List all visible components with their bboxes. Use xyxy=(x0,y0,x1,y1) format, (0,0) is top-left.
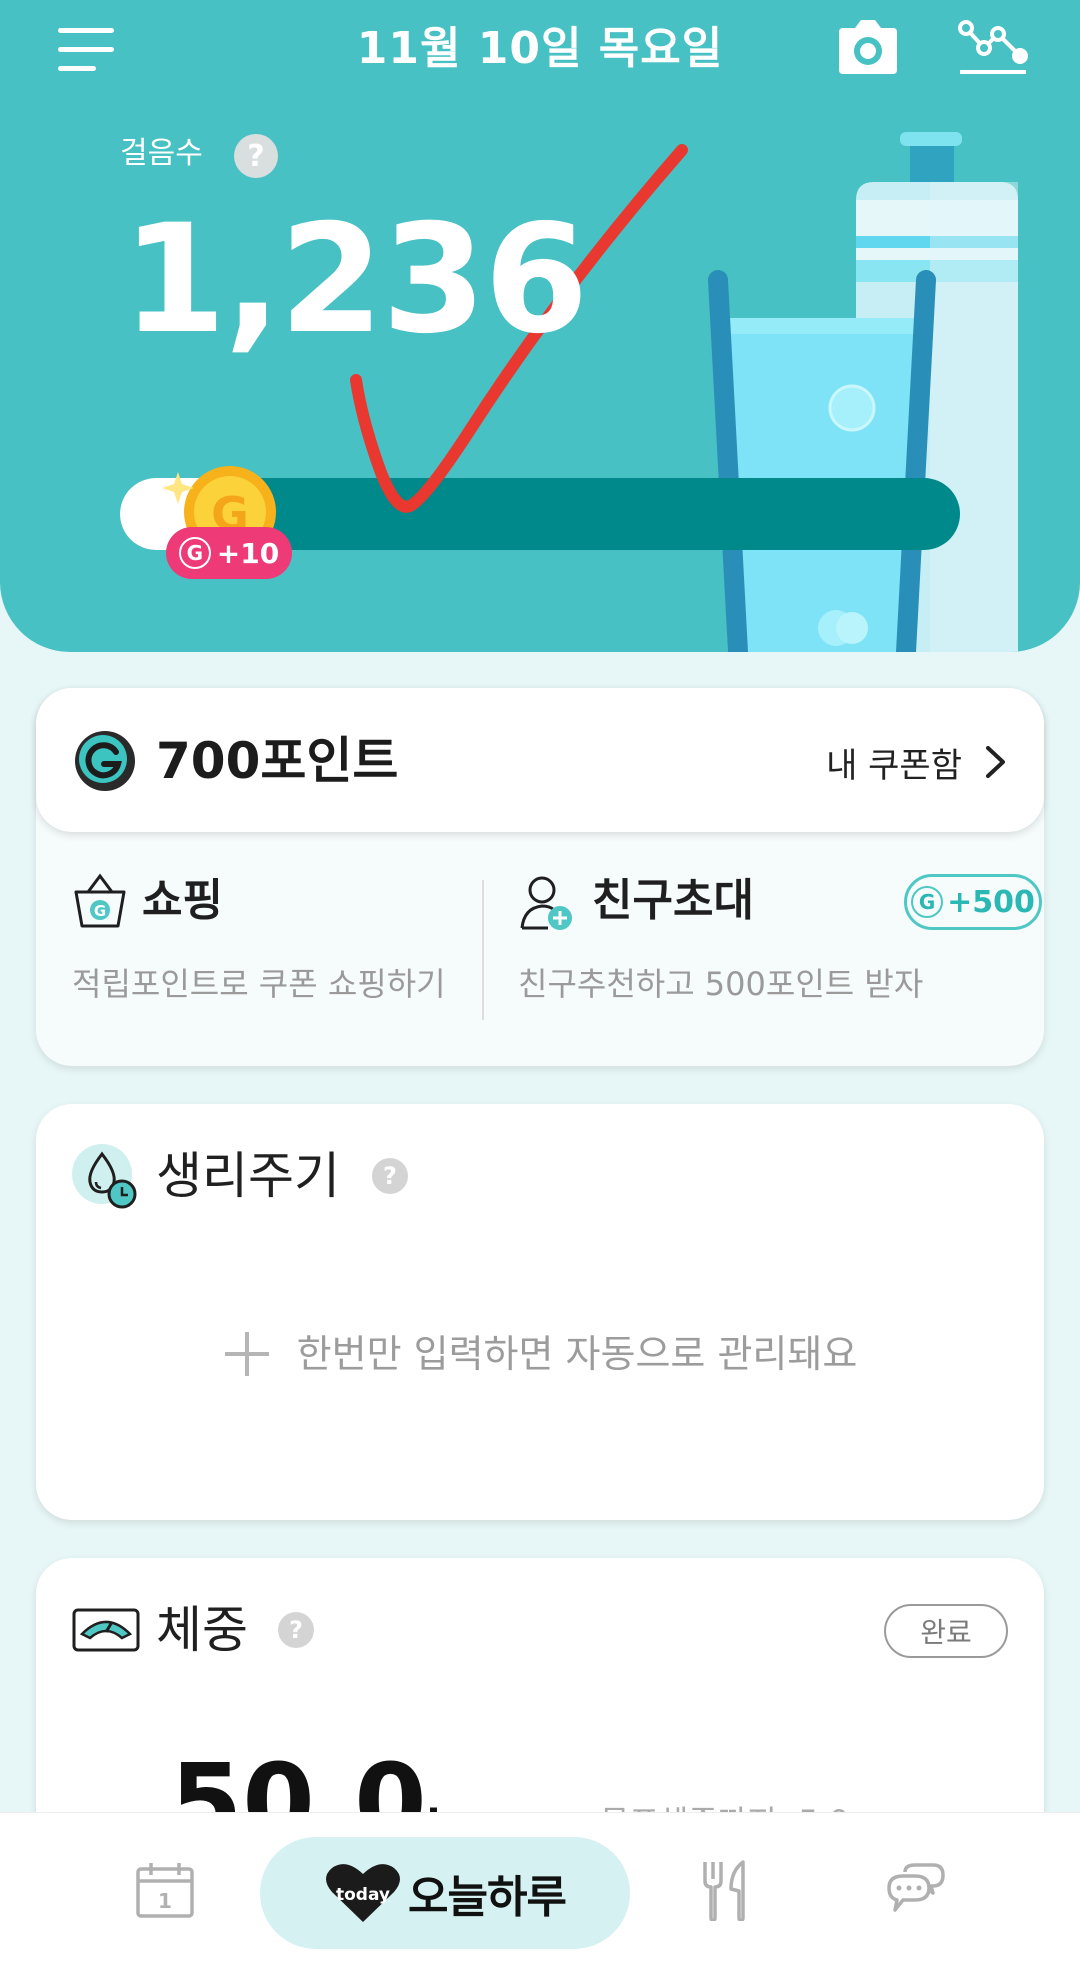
basket-icon: G xyxy=(74,873,126,928)
bottom-navigation: 1 today 오늘하루 xyxy=(0,1812,1080,1966)
steps-value: 1,236 xyxy=(122,193,588,367)
invite-description: 친구추천하고 500포인트 받자 xyxy=(518,965,924,1003)
weight-done-button[interactable]: 완료 xyxy=(884,1604,1008,1658)
nav-today-label: 오늘하루 xyxy=(408,1872,567,1923)
points-header[interactable]: 700포인트 내 쿠폰함 xyxy=(36,688,1044,832)
plus-icon xyxy=(224,1332,269,1376)
steps-help-icon[interactable]: ? xyxy=(234,134,278,178)
fork-knife-icon xyxy=(703,1860,745,1921)
drop-clock-icon xyxy=(72,1144,137,1209)
steps-label: 걸음수 xyxy=(120,136,203,171)
nav-community[interactable] xyxy=(870,1813,960,1966)
today-badge: today xyxy=(336,1885,390,1905)
graph-icon[interactable] xyxy=(952,12,1034,82)
cycle-add-prompt: 한번만 입력하면 자동으로 관리돼요 xyxy=(296,1332,858,1376)
shopping-title: 쇼핑 xyxy=(142,875,223,926)
menstrual-cycle-card: 생리주기 ? 한번만 입력하면 자동으로 관리돼요 xyxy=(36,1104,1044,1520)
cycle-add-button[interactable]: 한번만 입력하면 자동으로 관리돼요 xyxy=(36,1324,1044,1384)
calendar-icon: 1 xyxy=(136,1863,194,1918)
shopping-description: 적립포인트로 쿠폰 쇼핑하기 xyxy=(72,965,446,1003)
invite-bonus-badge: G +500 xyxy=(904,874,1042,930)
scale-icon xyxy=(72,1608,140,1652)
svg-text:G: G xyxy=(94,902,106,920)
calendar-day: 1 xyxy=(158,1889,172,1913)
coupon-box-label: 내 쿠폰함 xyxy=(826,745,962,786)
coupon-box-link[interactable]: 내 쿠폰함 xyxy=(826,734,1008,790)
g-coin-mini-icon: G xyxy=(911,886,944,918)
cycle-title: 생리주기 xyxy=(156,1147,340,1205)
chat-icon xyxy=(887,1863,945,1912)
g-coin-mini-icon: G xyxy=(178,537,211,569)
points-card: 700포인트 내 쿠폰함 G 쇼핑 적립포인트로 쿠폰 쇼핑하기 친구초대 G … xyxy=(36,688,1044,1066)
invite-bonus-value: +500 xyxy=(947,884,1035,920)
g-coin-icon xyxy=(75,731,135,791)
date-title[interactable]: 11월 10일 목요일 xyxy=(0,14,1080,84)
points-value: 700포인트 xyxy=(156,732,399,790)
steps-hero: G 11월 10일 목요일 걸음수 ? 1,236 G +10 xyxy=(0,0,1080,652)
coin-reward-value: +10 xyxy=(216,536,280,570)
weight-title: 체중 xyxy=(156,1601,248,1659)
invite-title: 친구초대 xyxy=(592,875,754,926)
chevron-right-icon xyxy=(986,746,1005,778)
shopping-entry[interactable]: G 쇼핑 적립포인트로 쿠폰 쇼핑하기 xyxy=(36,832,482,1066)
nav-calendar[interactable]: 1 xyxy=(120,1813,210,1966)
cycle-help-icon[interactable]: ? xyxy=(372,1158,408,1194)
heart-icon: today xyxy=(326,1864,401,1922)
coin-reward-badge[interactable]: G +10 xyxy=(166,527,292,579)
weight-help-icon[interactable]: ? xyxy=(278,1612,314,1648)
camera-icon[interactable] xyxy=(828,12,908,82)
nav-today[interactable]: today 오늘하루 xyxy=(260,1837,630,1949)
nav-food[interactable] xyxy=(680,1813,770,1966)
add-friend-icon xyxy=(520,876,572,930)
invite-friends-entry[interactable]: 친구초대 G +500 친구추천하고 500포인트 받자 xyxy=(484,832,1044,1066)
